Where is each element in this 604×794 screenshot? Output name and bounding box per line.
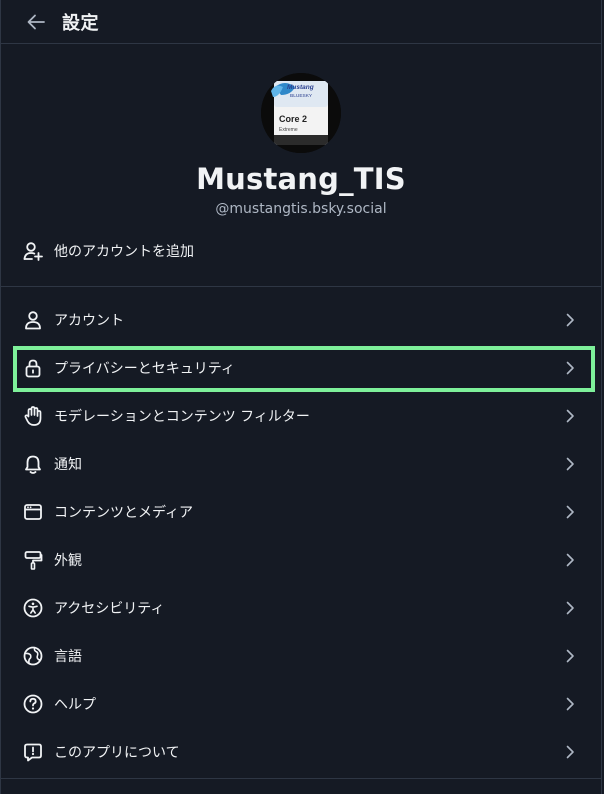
hand-icon [22,405,44,427]
chevron-right-icon [563,505,577,519]
chevron-right-icon [563,457,577,471]
bell-icon [22,453,44,475]
menu-item-label: このアプリについて [54,745,180,761]
menu-item-label: 外観 [54,553,82,569]
menu-item-moderation[interactable]: モデレーションとコンテンツ フィルター [1,392,601,440]
menu-item-accessibility[interactable]: アクセシビリティ [1,584,601,632]
menu-item-content-media[interactable]: コンテンツとメディア [1,488,601,536]
globe-icon [22,645,44,667]
menu-item-language[interactable]: 言語 [1,632,601,680]
add-account-label: 他のアカウントを追加 [54,244,194,260]
menu-item-label: 言語 [54,649,82,665]
menu-item-label: ヘルプ [54,697,96,713]
menu-item-help[interactable]: ヘルプ [1,680,601,728]
menu-item-about[interactable]: このアプリについて [1,728,601,776]
profile-section: Mustang BLUESKY Core 2 Extreme Mustang_T… [1,44,601,217]
window-icon [22,501,44,523]
menu-item-label: 通知 [54,457,82,473]
page-title: 設定 [62,12,99,34]
avatar-edition-text: Extreme [279,127,298,133]
menu-item-label: プライバシーとセキュリティ [54,361,235,377]
chevron-right-icon [563,361,577,375]
chevron-right-icon [563,601,577,615]
person-plus-icon [22,240,44,262]
settings-menu: アカウント プライバシーとセキュリティ モデレーションとコンテンツ フィルター … [1,287,601,776]
menu-item-privacy-security[interactable]: プライバシーとセキュリティ [1,344,601,392]
menu-item-notifications[interactable]: 通知 [1,440,601,488]
handle: @mustangtis.bsky.social [215,201,387,217]
info-message-icon [22,741,44,763]
arrow-left-icon [27,14,45,29]
question-circle-icon [22,693,44,715]
menu-item-label: コンテンツとメディア [54,505,194,521]
header: 設定 [1,0,601,44]
display-name: Mustang_TIS [196,162,406,196]
avatar-sub-text: BLUESKY [290,93,313,99]
menu-item-account[interactable]: アカウント [1,296,601,344]
chevron-right-icon [563,697,577,711]
avatar[interactable]: Mustang BLUESKY Core 2 Extreme [261,73,341,153]
chevron-right-icon [563,553,577,567]
avatar-image: Mustang BLUESKY Core 2 Extreme [261,73,341,153]
avatar-core-text: Core 2 [279,114,307,124]
menu-item-label: アクセシビリティ [54,601,165,617]
chevron-right-icon [563,745,577,759]
menu-item-label: モデレーションとコンテンツ フィルター [54,409,310,425]
menu-item-appearance[interactable]: 外観 [1,536,601,584]
person-icon [22,309,44,331]
lock-icon [22,357,44,379]
chevron-right-icon [563,649,577,663]
accessibility-icon [22,597,44,619]
add-account-button[interactable]: 他のアカウントを追加 [1,229,601,273]
chevron-right-icon [563,313,577,327]
chevron-right-icon [563,409,577,423]
settings-page: 設定 Mustang BLUESKY Core 2 Extreme Mustan… [0,0,602,794]
menu-item-label: アカウント [54,313,124,329]
back-button[interactable] [16,2,56,42]
paint-roller-icon [22,549,44,571]
avatar-brand-text: Mustang [287,84,314,91]
bottom-divider [1,778,601,779]
